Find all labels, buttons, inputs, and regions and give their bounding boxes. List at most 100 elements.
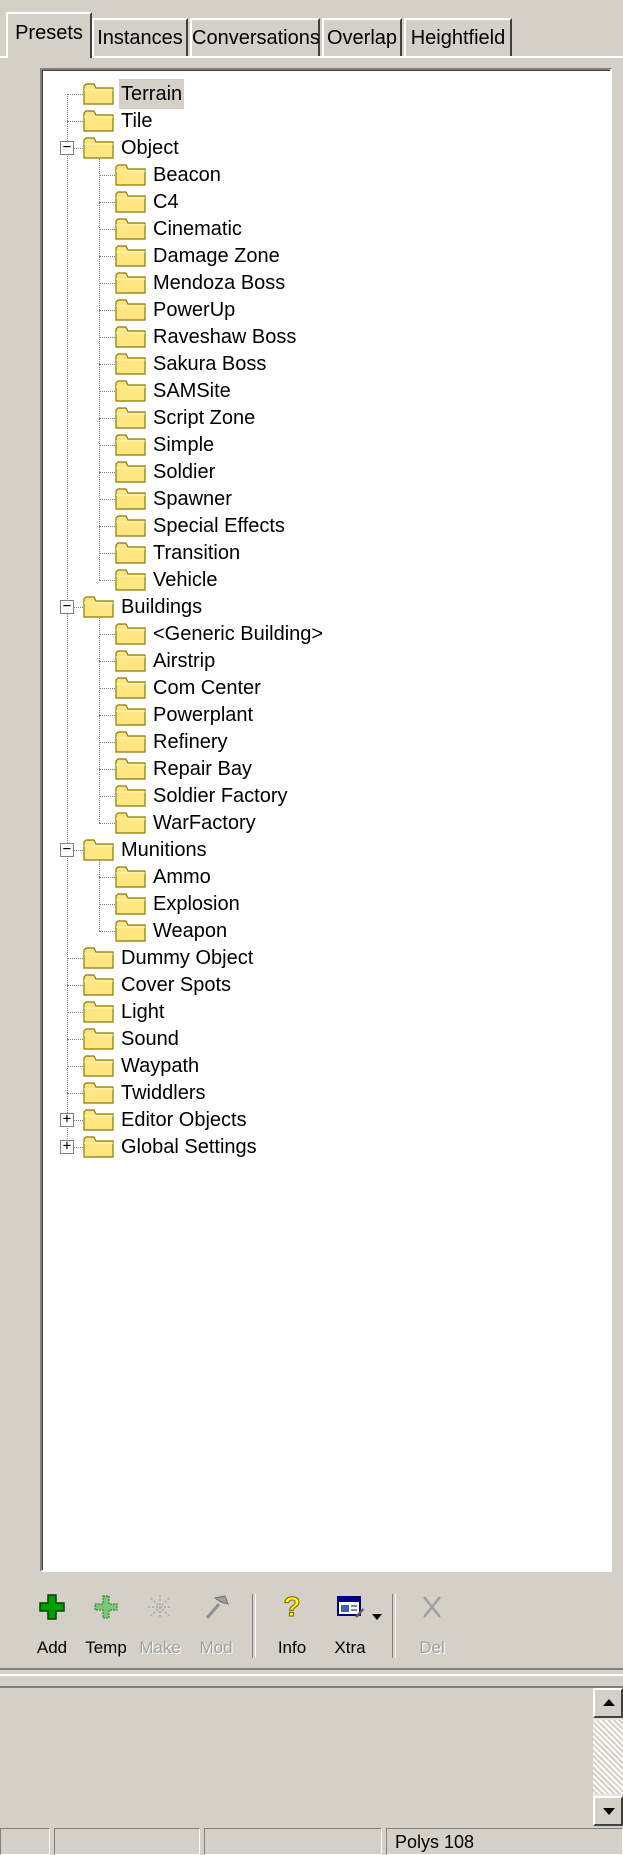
tree-guide-line (99, 688, 115, 689)
tree-item-label: Transition (153, 542, 241, 564)
make-button[interactable]: Make (130, 1580, 190, 1670)
tab-conversations[interactable]: Conversations (190, 18, 320, 56)
question-icon: ? (283, 1592, 301, 1622)
temp-icon (94, 1595, 118, 1619)
tree-item-label: Mendoza Boss (153, 272, 286, 294)
tree-item-label: Sakura Boss (153, 353, 267, 375)
tree-guide-line (99, 175, 115, 176)
tree-guide-line (67, 1093, 83, 1094)
tab-heightfield[interactable]: Heightfield (404, 18, 512, 56)
expand-icon[interactable]: + (60, 1139, 74, 1154)
tree-guide-line (99, 742, 115, 743)
tree-item-label: <Generic Building> (153, 623, 324, 645)
xtra-icon (337, 1596, 364, 1618)
folder-icon (115, 379, 147, 403)
tree-guide-line (99, 418, 115, 419)
tree-item-label: Cover Spots (121, 974, 232, 996)
tree-item-label: Dummy Object (121, 947, 254, 969)
tree-item-label: Com Center (153, 677, 261, 699)
folder-icon (115, 784, 147, 808)
tree-item-label: Repair Bay (153, 758, 252, 780)
tree-item-label: Object (121, 137, 179, 159)
tree-guide-line (67, 1066, 83, 1067)
tree-item-label: Cinematic (153, 218, 242, 240)
mod-button[interactable]: Mod (186, 1580, 246, 1670)
collapse-icon[interactable]: − (60, 140, 74, 155)
tab-strip: Presets Instances Conversations Overlap … (0, 0, 623, 58)
tree-guide-line (99, 823, 115, 824)
tree-item-label: Airstrip (153, 650, 216, 672)
xtra-button[interactable]: Xtra (320, 1580, 380, 1670)
expand-icon[interactable]: + (60, 1112, 74, 1127)
tree-item-label: Editor Objects (121, 1109, 247, 1131)
tree-item-label: Buildings (121, 596, 203, 618)
folder-icon (115, 865, 147, 889)
folder-icon (115, 541, 147, 565)
tree-item-label: Sound (121, 1028, 179, 1050)
info-button-label: Info (277, 1638, 307, 1657)
status-bar: Polys 108 (0, 1826, 623, 1855)
status-panel-1 (0, 1828, 50, 1855)
tab-presets[interactable]: Presets (6, 12, 92, 58)
tree-guide-line (99, 634, 115, 635)
delete-icon (423, 1596, 441, 1618)
mod-button-label: Mod (199, 1638, 233, 1657)
del-button[interactable]: Del (402, 1580, 462, 1670)
xtra-dropdown-arrow[interactable] (372, 1614, 382, 1620)
tree-item-label: Tile (121, 110, 153, 132)
tab-instances[interactable]: Instances (92, 18, 188, 56)
tree-guide-line (99, 526, 115, 527)
folder-icon (83, 1135, 115, 1159)
down-arrow-icon (603, 1808, 615, 1815)
tree-guide-line (99, 202, 115, 203)
output-scrollbar[interactable] (593, 1688, 623, 1826)
folder-icon (115, 298, 147, 322)
tree-item-label: Soldier Factory (153, 785, 288, 807)
tree-item-label: Vehicle (153, 569, 218, 591)
tree-guide-line (67, 958, 83, 959)
folder-icon (115, 514, 147, 538)
tree-guide-line (99, 283, 115, 284)
scroll-up-button[interactable] (593, 1688, 623, 1718)
tree-guide-line (99, 364, 115, 365)
up-arrow-icon (603, 1699, 615, 1706)
temp-button[interactable]: Temp (76, 1580, 136, 1670)
presets-tree[interactable]: Terrain Tile − Object Beacon C4 Cinematic Damag… (40, 68, 612, 1572)
tree-item-label: Light (121, 1001, 165, 1023)
tree-item-label: Explosion (153, 893, 240, 915)
temp-button-label: Temp (85, 1638, 127, 1657)
scroll-track[interactable] (593, 1720, 623, 1794)
tree-item-label: Spawner (153, 488, 232, 510)
tab-overlap[interactable]: Overlap (322, 18, 402, 56)
info-button[interactable]: ? Info (262, 1580, 322, 1670)
tree-item-label: Script Zone (153, 407, 256, 429)
tree-item-label: Refinery (153, 731, 228, 753)
pane-splitter[interactable] (0, 1668, 623, 1676)
folder-icon (83, 838, 115, 862)
scroll-down-button[interactable] (593, 1796, 623, 1826)
folder-icon (115, 622, 147, 646)
collapse-icon[interactable]: − (60, 842, 74, 857)
hammer-icon (205, 1595, 229, 1619)
tree-item-label: Global Settings (121, 1136, 257, 1158)
tree-item[interactable]: + Global Settings (43, 1132, 610, 1164)
folder-icon (115, 676, 147, 700)
tree-item-label: Powerplant (153, 704, 254, 726)
collapse-icon[interactable]: − (60, 599, 74, 614)
folder-icon (83, 1000, 115, 1024)
folder-icon (83, 1054, 115, 1078)
output-pane[interactable] (0, 1686, 623, 1826)
tree-guide-line (99, 661, 115, 662)
tree-guide-line (99, 904, 115, 905)
tree-item-label: SAMSite (153, 380, 231, 402)
folder-icon (115, 271, 147, 295)
tree-guide-line (99, 337, 115, 338)
add-button[interactable]: Add (22, 1580, 82, 1670)
folder-icon (115, 244, 147, 268)
tree-item-label: Raveshaw Boss (153, 326, 297, 348)
polys-count: Polys 108 (386, 1828, 623, 1855)
folder-icon (83, 1108, 115, 1132)
tree-item-label: Munitions (121, 839, 207, 861)
folder-icon (83, 946, 115, 970)
tree-guide-line (99, 256, 115, 257)
